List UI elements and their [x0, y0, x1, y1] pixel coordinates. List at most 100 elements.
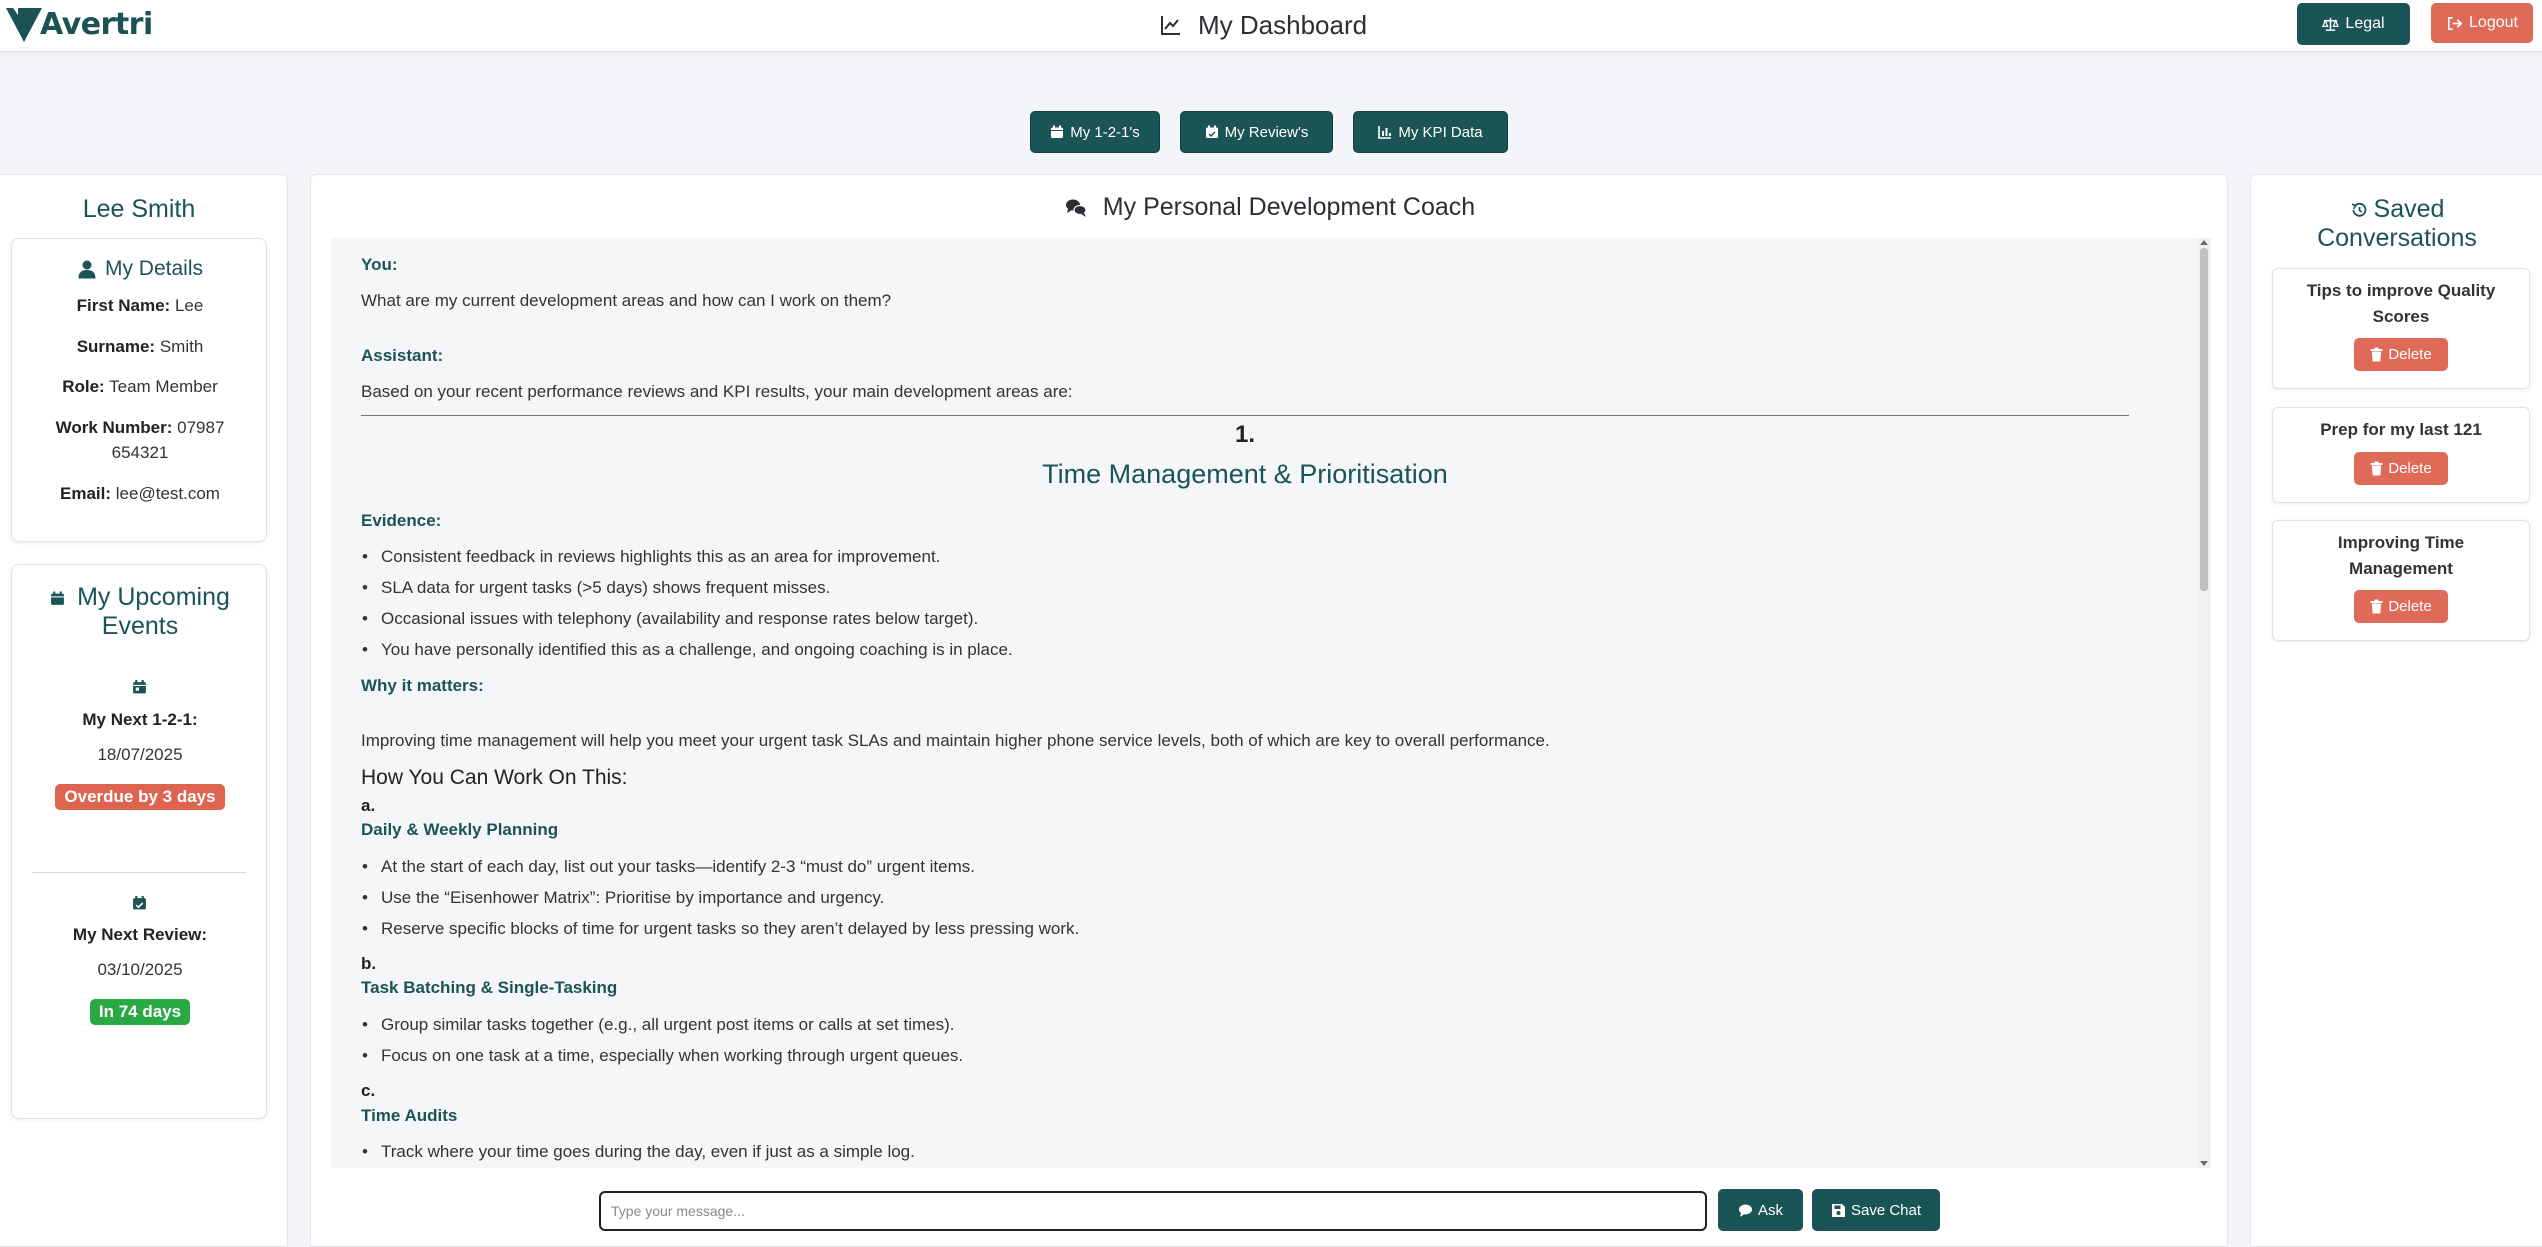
- first-name-value: Lee: [174, 296, 204, 315]
- ask-label: Ask: [1757, 1201, 1783, 1219]
- user-icon: [78, 260, 96, 279]
- saved-conversation-title-line1: Improving Time: [2337, 533, 2465, 552]
- top-bar: Avertri My Dashboard Legal Logout: [0, 0, 2542, 52]
- work-number-value-part2: 654321: [111, 443, 169, 462]
- my-details-heading-text: My Details: [104, 257, 204, 280]
- my-one-to-ones-button[interactable]: My 1-2-1's: [1030, 111, 1160, 153]
- work-number-label: Work Number:: [55, 418, 173, 437]
- logo-mark-icon: [6, 8, 42, 42]
- comments-icon: [1065, 199, 1087, 217]
- next-121-label: My Next 1-2-1:: [82, 710, 198, 729]
- calendar-check-icon: [1205, 125, 1218, 138]
- work-number-value-part1: 07987: [177, 418, 225, 437]
- my-details-card: My Details First Name: Lee Surname: Smit…: [11, 238, 267, 542]
- saved-conversation-title-line1: Prep for my last 121: [2320, 420, 2482, 439]
- next-review-status-wrap: In 74 days: [12, 999, 268, 1025]
- chat-scrollbar[interactable]: [2197, 238, 2211, 1168]
- page-title-text: My Dashboard: [1198, 9, 1368, 40]
- list-item: You have personally identified this as a…: [361, 640, 1013, 660]
- legal-label: Legal: [2345, 15, 2385, 32]
- delete-label: Delete: [2388, 598, 2432, 615]
- saved-conversation-item[interactable]: Prep for my last 121 Delete: [2272, 407, 2530, 503]
- surname-label: Surname:: [76, 337, 156, 356]
- step-a-title: Daily & Weekly Planning: [361, 820, 559, 839]
- my-kpi-data-label: My KPI Data: [1398, 123, 1483, 141]
- work-number-row: Work Number: 07987 654321: [12, 415, 268, 465]
- step-c-title: Time Audits: [361, 1106, 458, 1125]
- floppy-disk-icon: [1831, 1203, 1845, 1217]
- saved-conversation-title: Tips to improve Quality Scores: [2273, 278, 2529, 330]
- calendar-icon: [1051, 125, 1064, 138]
- brand-logo[interactable]: Avertri: [4, 4, 153, 44]
- events-divider: [32, 872, 246, 873]
- scroll-up-arrow-icon[interactable]: [2200, 240, 2208, 245]
- my-kpi-data-button[interactable]: My KPI Data: [1353, 111, 1508, 153]
- list-item: Reserve specific blocks of time for urge…: [361, 919, 1079, 939]
- role-value: Team Member: [109, 377, 218, 396]
- list-item: Group similar tasks together (e.g., all …: [361, 1015, 955, 1035]
- saved-heading-line2: Conversations: [2317, 224, 2477, 252]
- next-review-label: My Next Review:: [72, 925, 208, 944]
- delete-conversation-button[interactable]: Delete: [2354, 590, 2448, 623]
- brand-name: Avertri: [40, 6, 153, 42]
- item-title: Time Management & Prioritisation: [1042, 459, 1448, 489]
- legal-button[interactable]: Legal: [2297, 3, 2410, 45]
- save-chat-label: Save Chat: [1850, 1201, 1922, 1219]
- chat-history[interactable]: You: What are my current development are…: [331, 238, 2211, 1168]
- save-chat-button[interactable]: Save Chat: [1812, 1189, 1940, 1231]
- evidence-label: Evidence:: [361, 511, 442, 530]
- item-number: 1.: [1234, 421, 1255, 448]
- saved-conversation-item[interactable]: Tips to improve Quality Scores Delete: [2272, 268, 2530, 389]
- saved-conversation-title: Improving Time Management: [2273, 530, 2529, 582]
- saved-conversation-title-line1: Tips to improve Quality: [2306, 281, 2496, 300]
- user-name: Lee Smith: [82, 195, 196, 223]
- my-details-heading: My Details: [12, 257, 268, 281]
- trash-icon: [2370, 461, 2383, 476]
- coach-title: My Personal Development Coach: [311, 193, 2229, 222]
- list-item: Occasional issues with telephony (availa…: [361, 609, 978, 629]
- my-reviews-label: My Review's: [1224, 123, 1309, 141]
- scale-balance-icon: [2322, 17, 2340, 31]
- ask-button[interactable]: Ask: [1718, 1189, 1803, 1231]
- delete-conversation-button[interactable]: Delete: [2354, 338, 2448, 371]
- upcoming-events-heading: My Upcoming Events: [12, 583, 268, 641]
- scrollbar-thumb[interactable]: [2200, 248, 2208, 591]
- why-label: Why it matters:: [361, 676, 484, 695]
- history-icon: [2351, 202, 2366, 217]
- user-message-text: What are my current development areas an…: [361, 291, 892, 310]
- step-b-title: Task Batching & Single-Tasking: [361, 978, 618, 997]
- upcoming-events-card: My Upcoming Events My Next 1-2-1: 18/07/…: [11, 564, 267, 1119]
- role-label: Role:: [62, 377, 105, 396]
- logout-button[interactable]: Logout: [2431, 3, 2533, 43]
- scroll-down-arrow-icon[interactable]: [2200, 1161, 2208, 1166]
- list-item: SLA data for urgent tasks (>5 days) show…: [361, 578, 830, 598]
- email-value: lee@test.com: [115, 484, 220, 503]
- list-item: Use the “Eisenhower Matrix”: Prioritise …: [361, 888, 884, 908]
- logout-label: Logout: [2469, 14, 2518, 31]
- next-121-date: 18/07/2025: [97, 745, 183, 764]
- calendar-check-icon: [133, 896, 146, 910]
- coach-panel: My Personal Development Coach You: What …: [310, 174, 2228, 1247]
- saved-heading-line1: Saved: [2373, 195, 2445, 223]
- comment-icon: [1738, 1204, 1752, 1217]
- next-121-status-wrap: Overdue by 3 days: [12, 784, 268, 810]
- my-reviews-button[interactable]: My Review's: [1180, 111, 1333, 153]
- overdue-badge: Overdue by 3 days: [55, 784, 225, 810]
- step-c-letter: c.: [361, 1081, 376, 1100]
- calendar-icon: [51, 591, 65, 605]
- delete-conversation-button[interactable]: Delete: [2354, 452, 2448, 485]
- section-divider: [361, 415, 2129, 416]
- days-remaining-badge: In 74 days: [89, 999, 191, 1025]
- trash-icon: [2370, 347, 2383, 362]
- message-input[interactable]: [599, 1191, 1707, 1231]
- bar-chart-icon: [1378, 126, 1392, 139]
- next-review-date: 03/10/2025: [97, 960, 183, 979]
- list-item: Consistent feedback in reviews highlight…: [361, 547, 940, 567]
- coach-title-text: My Personal Development Coach: [1102, 193, 1476, 221]
- surname-row: Surname: Smith: [12, 334, 268, 359]
- saved-conversation-title-line2: Management: [2349, 559, 2453, 578]
- step-b-letter: b.: [361, 954, 377, 973]
- saved-conversation-item[interactable]: Improving Time Management Delete: [2272, 520, 2530, 641]
- upcoming-events-heading-line2: Events: [101, 612, 179, 640]
- chart-line-icon: [1161, 16, 1180, 35]
